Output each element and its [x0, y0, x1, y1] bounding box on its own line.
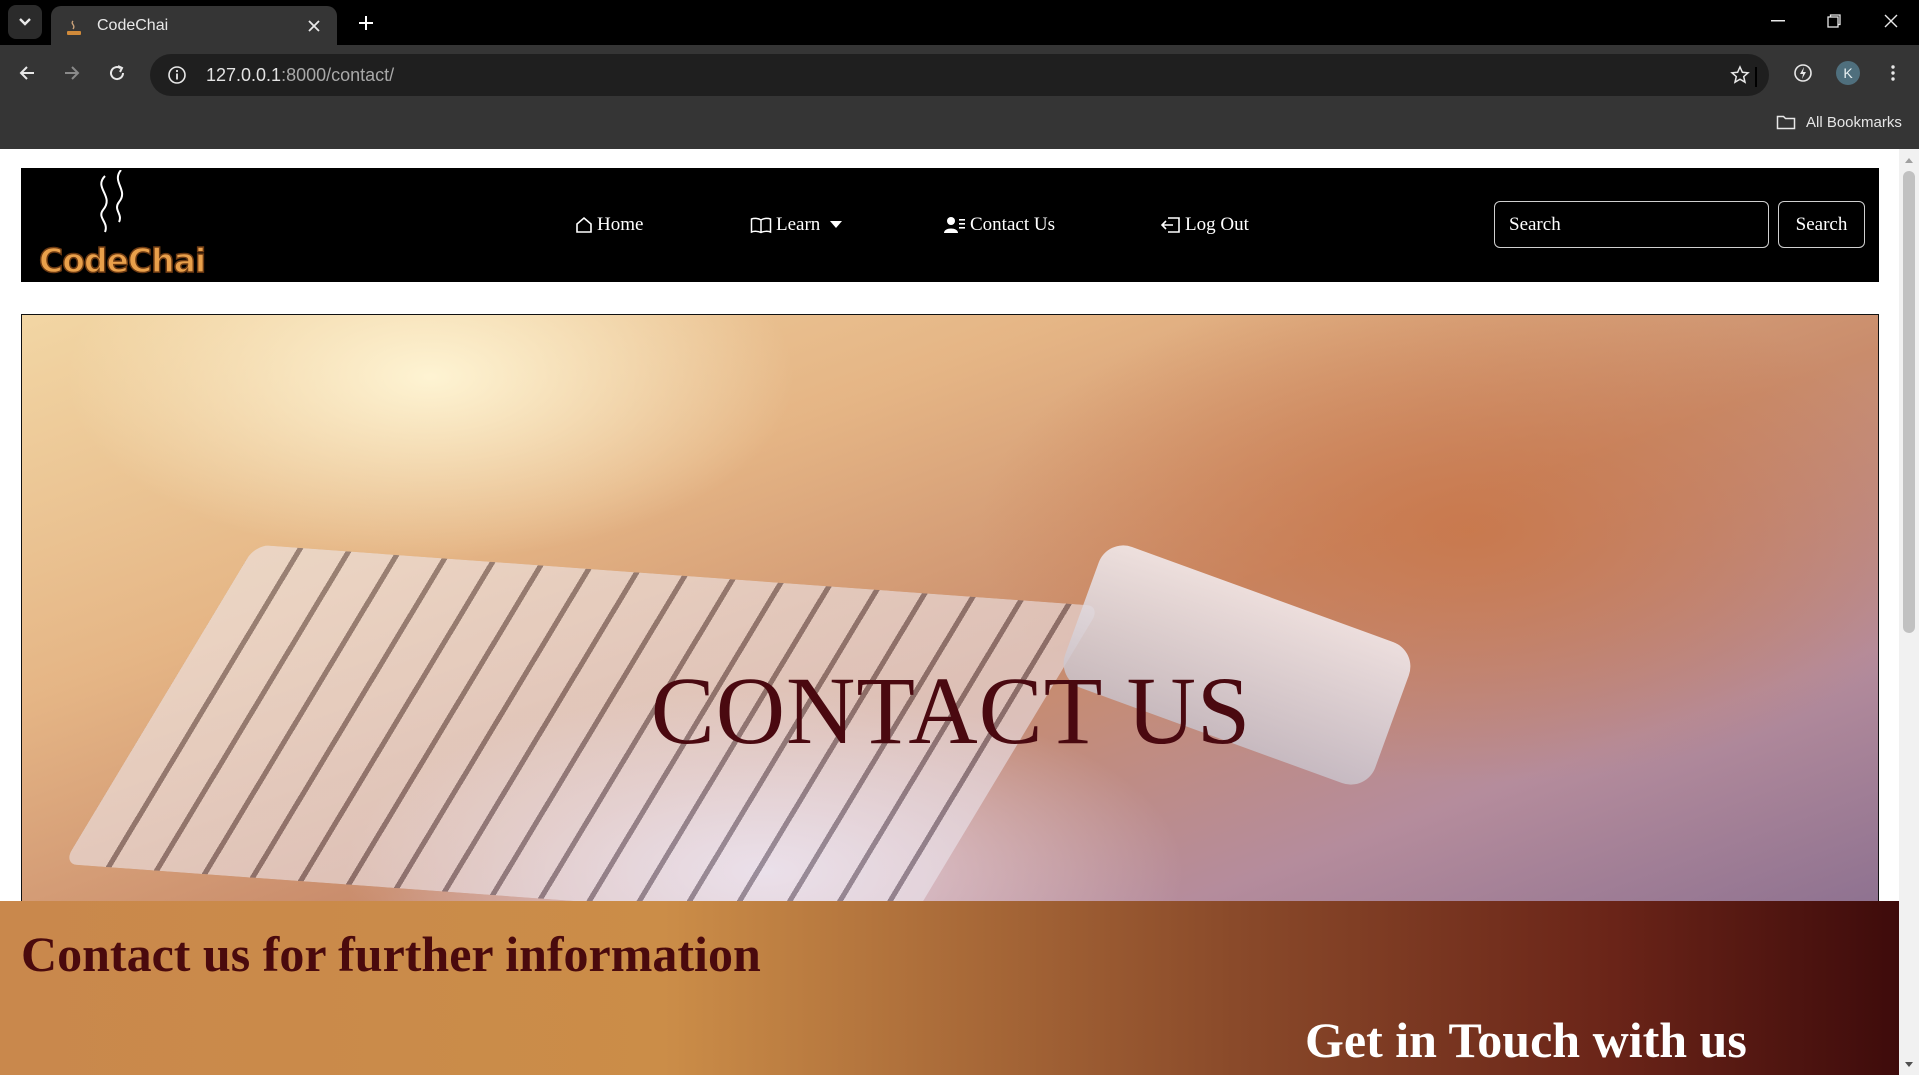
contact-info-section: Contact us for further information Get i… — [0, 901, 1899, 1075]
contact-info-heading: Contact us for further information — [21, 926, 761, 982]
url-path: :8000/contact/ — [281, 64, 395, 85]
contact-hero-banner: CONTACT US — [21, 314, 1879, 934]
browser-tab-strip: CodeChai — [0, 0, 1919, 45]
steam-icon — [100, 170, 124, 233]
reload-icon — [110, 65, 125, 81]
nav-contact-label: Contact Us — [970, 214, 1055, 235]
close-tab-icon[interactable] — [303, 15, 325, 37]
scroll-up-arrow-icon[interactable] — [1899, 151, 1919, 169]
book-icon — [750, 216, 772, 234]
restore-icon — [1827, 14, 1841, 28]
search-input[interactable] — [1494, 201, 1769, 248]
reload-button[interactable] — [99, 55, 135, 91]
arrow-left-icon — [19, 66, 34, 80]
logo-text: CodeChai — [38, 240, 207, 281]
nav-logout[interactable]: Log Out — [1161, 168, 1249, 282]
all-bookmarks-button[interactable]: All Bookmarks — [1776, 109, 1902, 135]
tab-title: CodeChai — [97, 16, 169, 34]
page-scrollbar[interactable] — [1899, 149, 1919, 1075]
minimize-button[interactable] — [1750, 0, 1806, 42]
browser-tab-active[interactable]: CodeChai — [51, 6, 337, 45]
address-bar[interactable]: 127.0.0.1:8000/contact/ — [150, 54, 1769, 96]
site-info-icon[interactable] — [156, 54, 198, 96]
plus-icon — [359, 16, 373, 30]
site-navbar: CodeChai Home Learn Contact Us Log Out S… — [21, 168, 1879, 282]
logout-icon — [1161, 216, 1181, 234]
caret-down-icon — [830, 221, 843, 229]
scrollbar-thumb[interactable] — [1903, 171, 1915, 633]
page-viewport: CodeChai Home Learn Contact Us Log Out S… — [0, 149, 1899, 1075]
hero-title: CONTACT US — [650, 657, 1252, 764]
chevron-down-icon — [19, 18, 31, 26]
bookmarks-divider — [1755, 67, 1757, 87]
new-tab-button[interactable] — [352, 9, 380, 37]
restore-button[interactable] — [1806, 0, 1862, 42]
close-window-button[interactable] — [1863, 0, 1919, 42]
bookmarks-label: All Bookmarks — [1806, 113, 1902, 131]
performance-icon — [1794, 64, 1812, 82]
forward-button[interactable] — [54, 55, 90, 91]
back-button[interactable] — [9, 55, 45, 91]
avatar: K — [1836, 61, 1860, 85]
browser-menu-button[interactable] — [1875, 55, 1911, 91]
home-icon — [575, 216, 593, 234]
browser-toolbar: 127.0.0.1:8000/contact/ K All Bookmarks — [0, 45, 1919, 149]
nav-contact[interactable]: Contact Us — [944, 168, 1055, 282]
scroll-down-arrow-icon[interactable] — [1899, 1055, 1919, 1073]
contact-user-icon — [944, 216, 966, 234]
tab-search-button[interactable] — [8, 5, 42, 39]
arrow-right-icon — [65, 66, 80, 80]
search-button[interactable]: Search — [1778, 201, 1865, 248]
nav-logout-label: Log Out — [1185, 214, 1249, 235]
get-in-touch-heading: Get in Touch with us — [1305, 1012, 1747, 1068]
extensions-button[interactable] — [1785, 55, 1821, 91]
folder-icon — [1776, 114, 1796, 130]
url-host: 127.0.0.1 — [206, 64, 282, 85]
nav-learn-dropdown[interactable]: Learn — [750, 168, 846, 282]
url-text[interactable]: 127.0.0.1:8000/contact/ — [206, 65, 1719, 86]
nav-home-label: Home — [597, 214, 644, 235]
nav-learn-label: Learn — [776, 214, 821, 235]
profile-button[interactable]: K — [1830, 55, 1866, 91]
favicon-icon — [63, 15, 85, 37]
nav-home[interactable]: Home — [575, 168, 643, 282]
kebab-menu-icon — [1891, 65, 1895, 81]
minimize-icon — [1771, 20, 1785, 22]
site-logo[interactable]: CodeChai — [38, 168, 207, 282]
close-icon — [1884, 14, 1898, 28]
